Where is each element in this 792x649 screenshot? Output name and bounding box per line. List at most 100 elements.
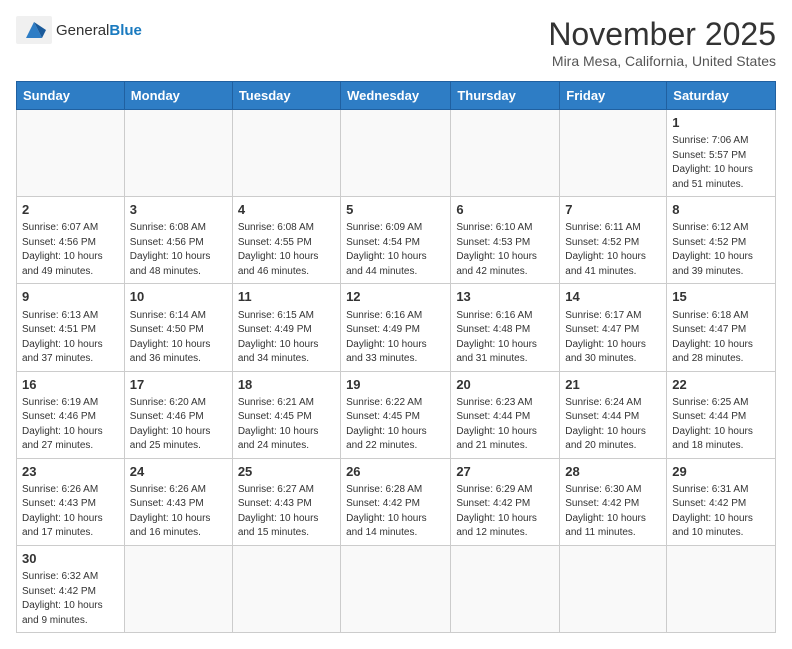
weekday-header-tuesday: Tuesday [232,82,340,110]
calendar-cell: 7 Sunrise: 6:11 AM Sunset: 4:52 PM Daylig… [560,197,667,284]
sun-info: Sunrise: 6:25 AM Sunset: 4:44 PM Dayligh… [672,396,770,454]
calendar-cell: 25 Sunrise: 6:27 AM Sunset: 4:43 PM Dayli… [232,458,340,545]
sun-info: Sunrise: 6:29 AM Sunset: 4:42 PM Dayligh… [456,483,554,541]
weekday-header-wednesday: Wednesday [341,82,451,110]
calendar-cell: 24 Sunrise: 6:26 AM Sunset: 4:43 PM Dayli… [124,458,232,545]
sun-info: Sunrise: 6:20 AM Sunset: 4:46 PM Dayligh… [130,396,227,454]
calendar-cell: 17Sunrise: 6:20 AM Sunset: 4:46 PM Dayli… [124,371,232,458]
calendar-cell [232,545,340,632]
sun-info: Sunrise: 6:22 AM Sunset: 4:45 PM Dayligh… [346,396,445,454]
day-number: 14 [565,288,661,306]
calendar-week-2: 9 Sunrise: 6:13 AM Sunset: 4:51 PM Daylig… [17,284,776,371]
sun-info: Sunrise: 6:14 AM Sunset: 4:50 PM Dayligh… [130,309,227,367]
sun-info: Sunrise: 6:28 AM Sunset: 4:42 PM Dayligh… [346,483,445,541]
calendar-cell: 23 Sunrise: 6:26 AM Sunset: 4:43 PM Dayli… [17,458,125,545]
calendar-table: SundayMondayTuesdayWednesdayThursdayFrid… [16,81,776,633]
sun-info: Sunrise: 6:15 AM Sunset: 4:49 PM Dayligh… [238,309,335,367]
sun-info: Sunrise: 6:18 AM Sunset: 4:47 PM Dayligh… [672,309,770,367]
sun-info: Sunrise: 6:32 AM Sunset: 4:42 PM Dayligh… [22,570,119,628]
calendar-cell: 29 Sunrise: 6:31 AM Sunset: 4:42 PM Dayli… [667,458,776,545]
day-number: 15 [672,288,770,306]
calendar-cell: 19 Sunrise: 6:22 AM Sunset: 4:45 PM Dayli… [341,371,451,458]
weekday-header-saturday: Saturday [667,82,776,110]
calendar-cell: 30 Sunrise: 6:32 AM Sunset: 4:42 PM Dayli… [17,545,125,632]
day-number: 16 [22,376,119,394]
sun-info: Sunrise: 6:31 AM Sunset: 4:42 PM Dayligh… [672,483,770,541]
sun-info: Sunrise: 6:11 AM Sunset: 4:52 PM Dayligh… [565,221,661,279]
day-number: 2 [22,201,119,219]
calendar-cell [124,545,232,632]
sun-info: Sunrise: 6:27 AM Sunset: 4:43 PM Dayligh… [238,483,335,541]
day-number: 8 [672,201,770,219]
day-number: 24 [130,463,227,481]
day-number: 13 [456,288,554,306]
day-number: 30 [22,550,119,568]
calendar-cell: 20 Sunrise: 6:23 AM Sunset: 4:44 PM Dayli… [451,371,560,458]
sun-info: Sunrise: 6:08 AM Sunset: 4:56 PM Dayligh… [130,221,227,279]
calendar-week-5: 30 Sunrise: 6:32 AM Sunset: 4:42 PM Dayli… [17,545,776,632]
page-header: GeneralBlue November 2025 Mira Mesa, Cal… [16,16,776,69]
day-number: 27 [456,463,554,481]
day-number: 6 [456,201,554,219]
sun-info: Sunrise: 6:07 AM Sunset: 4:56 PM Dayligh… [22,221,119,279]
calendar-cell [17,110,125,197]
sun-info: Sunrise: 6:16 AM Sunset: 4:48 PM Dayligh… [456,309,554,367]
sun-info: Sunrise: 6:26 AM Sunset: 4:43 PM Dayligh… [130,483,227,541]
calendar-cell [341,545,451,632]
month-title: November 2025 [548,16,776,53]
day-number: 29 [672,463,770,481]
calendar-cell [560,545,667,632]
calendar-cell: 18Sunrise: 6:21 AM Sunset: 4:45 PM Dayli… [232,371,340,458]
sun-info: Sunrise: 6:19 AM Sunset: 4:46 PM Dayligh… [22,396,119,454]
sun-info: Sunrise: 6:13 AM Sunset: 4:51 PM Dayligh… [22,309,119,367]
calendar-cell: 8 Sunrise: 6:12 AM Sunset: 4:52 PM Daylig… [667,197,776,284]
calendar-cell: 10Sunrise: 6:14 AM Sunset: 4:50 PM Dayli… [124,284,232,371]
day-number: 28 [565,463,661,481]
sun-info: Sunrise: 6:12 AM Sunset: 4:52 PM Dayligh… [672,221,770,279]
calendar-cell: 21Sunrise: 6:24 AM Sunset: 4:44 PM Dayli… [560,371,667,458]
day-number: 25 [238,463,335,481]
calendar-cell [341,110,451,197]
calendar-cell [667,545,776,632]
calendar-week-1: 2 Sunrise: 6:07 AM Sunset: 4:56 PM Daylig… [17,197,776,284]
sun-info: Sunrise: 6:10 AM Sunset: 4:53 PM Dayligh… [456,221,554,279]
calendar-cell: 14 Sunrise: 6:17 AM Sunset: 4:47 PM Dayli… [560,284,667,371]
weekday-header-monday: Monday [124,82,232,110]
calendar-cell [124,110,232,197]
weekday-header-row: SundayMondayTuesdayWednesdayThursdayFrid… [17,82,776,110]
calendar-week-4: 23 Sunrise: 6:26 AM Sunset: 4:43 PM Dayli… [17,458,776,545]
calendar-cell: 5Sunrise: 6:09 AM Sunset: 4:54 PM Daylig… [341,197,451,284]
calendar-cell [451,110,560,197]
calendar-cell: 1 Sunrise: 7:06 AM Sunset: 5:57 PM Daylig… [667,110,776,197]
sun-info: Sunrise: 6:26 AM Sunset: 4:43 PM Dayligh… [22,483,119,541]
sun-info: Sunrise: 7:06 AM Sunset: 5:57 PM Dayligh… [672,134,770,192]
day-number: 9 [22,288,119,306]
calendar-cell: 11 Sunrise: 6:15 AM Sunset: 4:49 PM Dayli… [232,284,340,371]
day-number: 4 [238,201,335,219]
calendar-cell: 27 Sunrise: 6:29 AM Sunset: 4:42 PM Dayli… [451,458,560,545]
sun-info: Sunrise: 6:08 AM Sunset: 4:55 PM Dayligh… [238,221,335,279]
day-number: 11 [238,288,335,306]
logo-icon [16,16,52,44]
sun-info: Sunrise: 6:17 AM Sunset: 4:47 PM Dayligh… [565,309,661,367]
logo: GeneralBlue [16,16,142,44]
day-number: 22 [672,376,770,394]
calendar-cell [232,110,340,197]
calendar-cell: 16 Sunrise: 6:19 AM Sunset: 4:46 PM Dayli… [17,371,125,458]
day-number: 19 [346,376,445,394]
calendar-cell: 12Sunrise: 6:16 AM Sunset: 4:49 PM Dayli… [341,284,451,371]
day-number: 1 [672,114,770,132]
calendar-cell: 2 Sunrise: 6:07 AM Sunset: 4:56 PM Daylig… [17,197,125,284]
sun-info: Sunrise: 6:24 AM Sunset: 4:44 PM Dayligh… [565,396,661,454]
calendar-cell: 4 Sunrise: 6:08 AM Sunset: 4:55 PM Daylig… [232,197,340,284]
sun-info: Sunrise: 6:23 AM Sunset: 4:44 PM Dayligh… [456,396,554,454]
day-number: 20 [456,376,554,394]
title-block: November 2025 Mira Mesa, California, Uni… [548,16,776,69]
day-number: 23 [22,463,119,481]
calendar-week-0: 1 Sunrise: 7:06 AM Sunset: 5:57 PM Daylig… [17,110,776,197]
day-number: 7 [565,201,661,219]
calendar-cell [451,545,560,632]
calendar-cell: 6 Sunrise: 6:10 AM Sunset: 4:53 PM Daylig… [451,197,560,284]
day-number: 18 [238,376,335,394]
calendar-cell [560,110,667,197]
